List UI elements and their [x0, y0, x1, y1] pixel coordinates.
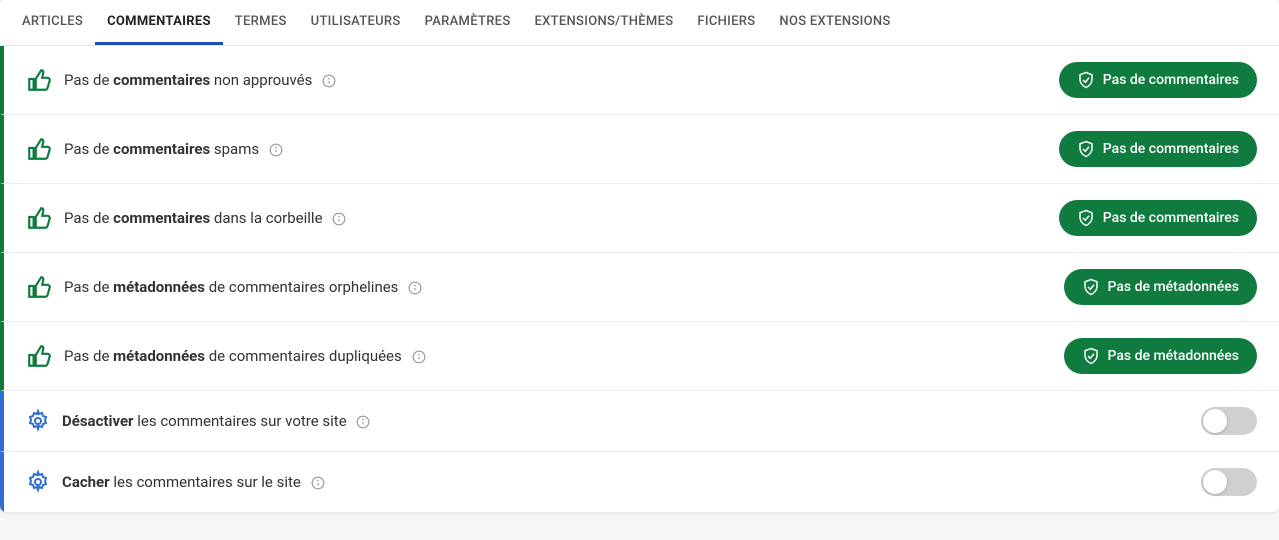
info-icon[interactable]: [332, 212, 346, 226]
text-suffix: de commentaires orphelines: [205, 278, 398, 296]
row-text: Pas de commentaires non approuvés: [64, 71, 336, 89]
text-bold: commentaires: [113, 209, 210, 227]
status-badge: Pas de métadonnées: [1064, 269, 1257, 305]
row-left: Pas de commentaires dans la corbeille: [26, 205, 346, 231]
shield-check-icon: [1082, 347, 1100, 365]
text-suffix: les commentaires sur votre site: [134, 412, 347, 430]
tab-nos-extensions[interactable]: NOS EXTENSIONS: [767, 0, 902, 45]
text-bold: métadonnées: [113, 347, 205, 365]
toggle-hide-comments[interactable]: [1201, 468, 1257, 496]
tab-parametres[interactable]: PARAMÈTRES: [413, 0, 523, 45]
thumbs-up-icon: [26, 67, 52, 93]
thumbs-up-icon: [26, 136, 52, 162]
row-left: Pas de métadonnées de commentaires dupli…: [26, 343, 426, 369]
shield-check-icon: [1082, 278, 1100, 296]
setting-row-hide-comments: Cacher les commentaires sur le site: [0, 452, 1279, 512]
row-left: Pas de métadonnées de commentaires orphe…: [26, 274, 422, 300]
text-prefix: Pas de: [64, 140, 113, 158]
info-icon[interactable]: [408, 281, 422, 295]
info-icon[interactable]: [412, 350, 426, 364]
thumbs-up-icon: [26, 343, 52, 369]
text-suffix: spams: [210, 140, 259, 158]
text-prefix: Pas de: [64, 347, 113, 365]
status-row-spam-comments: Pas de commentaires spams Pas de comment…: [0, 115, 1279, 184]
text-prefix: Pas de: [64, 209, 113, 227]
row-text: Pas de métadonnées de commentaires orphe…: [64, 278, 422, 296]
row-text: Cacher les commentaires sur le site: [62, 473, 325, 491]
text-bold: Désactiver: [62, 412, 134, 430]
text-bold: Cacher: [62, 473, 110, 491]
gear-icon: [26, 470, 50, 494]
badge-label: Pas de commentaires: [1103, 72, 1239, 88]
info-icon[interactable]: [311, 476, 325, 490]
status-row-orphan-meta: Pas de métadonnées de commentaires orphe…: [0, 253, 1279, 322]
status-row-unapproved-comments: Pas de commentaires non approuvés Pas de…: [0, 46, 1279, 115]
row-left: Désactiver les commentaires sur votre si…: [26, 409, 370, 433]
status-badge: Pas de commentaires: [1059, 200, 1257, 236]
row-left: Pas de commentaires spams: [26, 136, 283, 162]
tab-termes[interactable]: TERMES: [223, 0, 299, 45]
tab-commentaires[interactable]: COMMENTAIRES: [95, 0, 223, 45]
info-icon[interactable]: [356, 415, 370, 429]
info-icon[interactable]: [269, 143, 283, 157]
text-suffix: de commentaires dupliquées: [205, 347, 402, 365]
tab-extensions[interactable]: EXTENSIONS/THÈMES: [523, 0, 686, 45]
tab-utilisateurs[interactable]: UTILISATEURS: [299, 0, 413, 45]
tab-articles[interactable]: ARTICLES: [10, 0, 95, 45]
thumbs-up-icon: [26, 274, 52, 300]
badge-label: Pas de commentaires: [1103, 210, 1239, 226]
shield-check-icon: [1077, 71, 1095, 89]
status-badge: Pas de métadonnées: [1064, 338, 1257, 374]
status-badge: Pas de commentaires: [1059, 62, 1257, 98]
main-panel: ARTICLES COMMENTAIRES TERMES UTILISATEUR…: [0, 0, 1279, 512]
badge-label: Pas de commentaires: [1103, 141, 1239, 157]
tab-fichiers[interactable]: FICHIERS: [685, 0, 767, 45]
tab-bar: ARTICLES COMMENTAIRES TERMES UTILISATEUR…: [0, 0, 1279, 46]
gear-icon: [26, 409, 50, 433]
setting-row-disable-comments: Désactiver les commentaires sur votre si…: [0, 391, 1279, 452]
row-left: Cacher les commentaires sur le site: [26, 470, 325, 494]
shield-check-icon: [1077, 209, 1095, 227]
text-bold: commentaires: [113, 140, 210, 158]
text-suffix: dans la corbeille: [210, 209, 322, 227]
toggle-disable-comments[interactable]: [1201, 407, 1257, 435]
status-badge: Pas de commentaires: [1059, 131, 1257, 167]
text-bold: métadonnées: [113, 278, 205, 296]
row-text: Pas de commentaires spams: [64, 140, 283, 158]
text-suffix: non approuvés: [210, 71, 312, 89]
status-row-duplicate-meta: Pas de métadonnées de commentaires dupli…: [0, 322, 1279, 391]
shield-check-icon: [1077, 140, 1095, 158]
badge-label: Pas de métadonnées: [1108, 348, 1239, 364]
row-left: Pas de commentaires non approuvés: [26, 67, 336, 93]
text-suffix: les commentaires sur le site: [110, 473, 301, 491]
status-row-trash-comments: Pas de commentaires dans la corbeille Pa…: [0, 184, 1279, 253]
text-bold: commentaires: [113, 71, 210, 89]
text-prefix: Pas de: [64, 278, 113, 296]
toggle-knob: [1203, 409, 1227, 433]
badge-label: Pas de métadonnées: [1108, 279, 1239, 295]
row-text: Pas de métadonnées de commentaires dupli…: [64, 347, 426, 365]
toggle-knob: [1203, 470, 1227, 494]
thumbs-up-icon: [26, 205, 52, 231]
row-text: Pas de commentaires dans la corbeille: [64, 209, 346, 227]
text-prefix: Pas de: [64, 71, 113, 89]
row-text: Désactiver les commentaires sur votre si…: [62, 412, 370, 430]
info-icon[interactable]: [322, 74, 336, 88]
